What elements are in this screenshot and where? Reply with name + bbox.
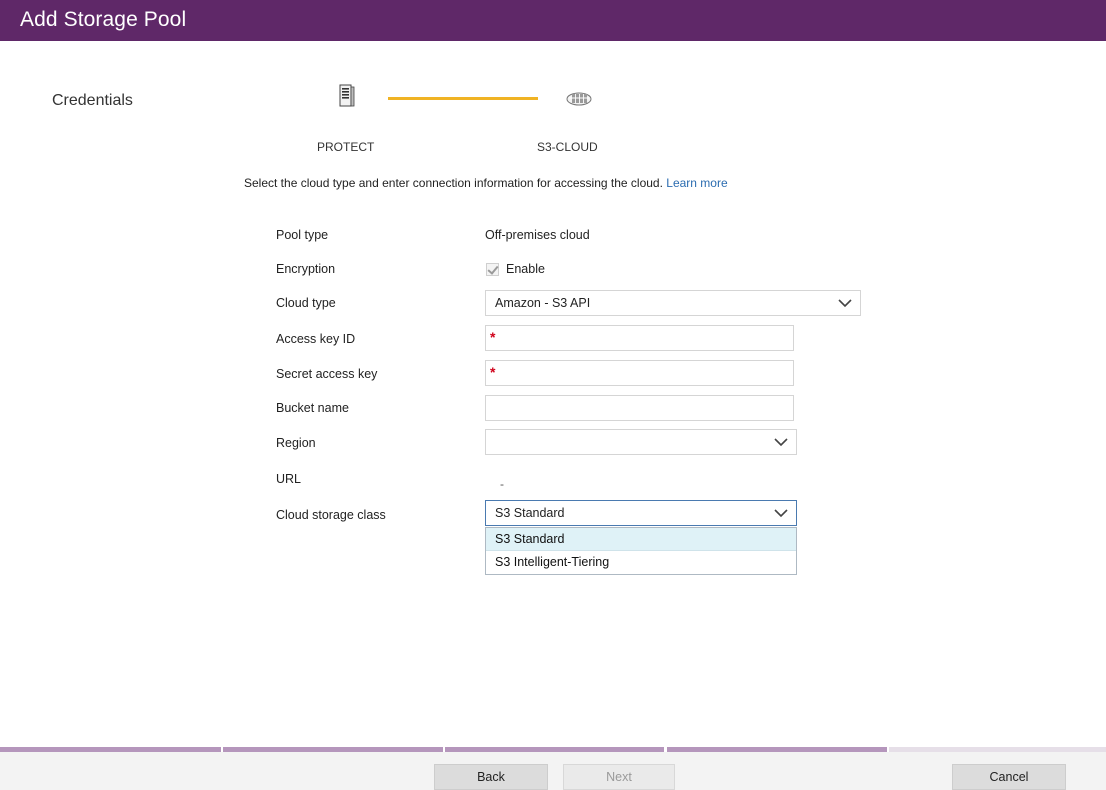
pool-type-label: Pool type bbox=[276, 228, 329, 242]
pool-type-value: Off-premises cloud bbox=[485, 228, 590, 242]
bucket-name-label: Bucket name bbox=[276, 401, 349, 415]
secret-access-key-input[interactable]: * bbox=[485, 360, 794, 386]
access-key-id-label: Access key ID bbox=[276, 332, 356, 346]
region-label: Region bbox=[276, 436, 316, 450]
encryption-label: Encryption bbox=[276, 262, 336, 276]
back-button[interactable]: Back bbox=[434, 764, 548, 790]
title-bar: Add Storage Pool bbox=[0, 0, 1106, 41]
cancel-button[interactable]: Cancel bbox=[952, 764, 1066, 790]
dialog-title: Add Storage Pool bbox=[20, 8, 187, 31]
cloud-storage-icon bbox=[566, 92, 592, 106]
progress-label-s3-cloud: S3-CLOUD bbox=[537, 140, 598, 154]
learn-more-link[interactable]: Learn more bbox=[666, 176, 727, 190]
intro-description: Select the cloud type and enter connecti… bbox=[244, 176, 663, 190]
encryption-enable-checkbox[interactable] bbox=[486, 262, 499, 276]
chevron-down-icon bbox=[774, 509, 788, 518]
required-indicator: * bbox=[490, 364, 496, 380]
current-step-name: Credentials bbox=[52, 92, 133, 109]
cloud-storage-class-value: S3 Standard bbox=[495, 506, 565, 520]
bucket-name-input[interactable] bbox=[485, 395, 794, 421]
access-key-id-input[interactable]: * bbox=[485, 325, 794, 351]
cloud-type-select[interactable]: Amazon - S3 API bbox=[485, 290, 861, 316]
option-s3-intelligent-tiering[interactable]: S3 Intelligent-Tiering bbox=[486, 551, 796, 574]
chevron-down-icon bbox=[838, 299, 852, 308]
cloud-storage-class-label: Cloud storage class bbox=[276, 508, 386, 522]
progress-label-protect: PROTECT bbox=[317, 140, 375, 154]
cloud-storage-class-options: S3 Standard S3 Intelligent-Tiering bbox=[485, 527, 797, 575]
cloud-type-value: Amazon - S3 API bbox=[495, 296, 591, 310]
chevron-down-icon bbox=[774, 438, 788, 447]
cloud-type-label: Cloud type bbox=[276, 296, 336, 310]
progress-connector bbox=[388, 97, 538, 100]
encryption-checkbox-group: Enable bbox=[486, 262, 545, 276]
encryption-enable-label: Enable bbox=[506, 262, 545, 276]
server-icon bbox=[339, 84, 355, 107]
cloud-storage-class-select[interactable]: S3 Standard bbox=[485, 500, 797, 526]
next-button[interactable]: Next bbox=[563, 764, 675, 790]
intro-text: Select the cloud type and enter connecti… bbox=[244, 176, 728, 190]
secret-access-key-label: Secret access key bbox=[276, 367, 378, 381]
option-s3-standard[interactable]: S3 Standard bbox=[486, 528, 796, 551]
region-select[interactable] bbox=[485, 429, 797, 455]
url-label: URL bbox=[276, 472, 302, 486]
required-indicator: * bbox=[490, 329, 496, 345]
dialog-footer bbox=[0, 752, 1106, 790]
url-value: - bbox=[500, 477, 504, 491]
